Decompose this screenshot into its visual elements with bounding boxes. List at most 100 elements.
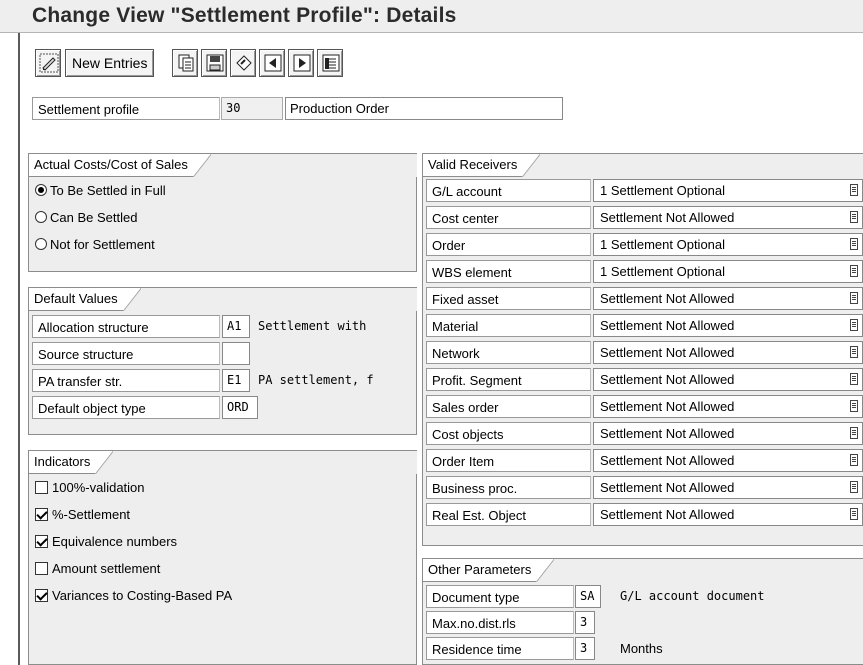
checkbox-indicator: [35, 589, 48, 602]
radio-indicator: [35, 238, 47, 250]
dropdown-icon[interactable]: [850, 292, 858, 304]
receiver-label: Order: [426, 233, 591, 256]
default-object-type-label: Default object type: [32, 396, 220, 419]
copy-icon: [178, 54, 194, 72]
max-dist-rules-label: Max.no.dist.rls: [426, 611, 574, 634]
dropdown-icon[interactable]: [850, 265, 858, 277]
checkbox-variances-costing-pa[interactable]: Variances to Costing-Based PA: [35, 584, 232, 607]
checkbox-indicator: [35, 508, 48, 521]
dropdown-icon[interactable]: [850, 319, 858, 331]
prev-entry-icon: [264, 54, 282, 72]
receiver-setting-dropdown[interactable]: Settlement Not Allowed: [593, 287, 863, 310]
copy-button[interactable]: [172, 49, 198, 77]
residence-time-unit: Months: [620, 641, 663, 656]
dropdown-icon[interactable]: [850, 346, 858, 358]
checkbox-indicator: [35, 562, 48, 575]
save-icon: [206, 54, 224, 72]
dropdown-icon[interactable]: [850, 184, 858, 196]
receiver-label: Cost objects: [426, 422, 591, 445]
receiver-label: Business proc.: [426, 476, 591, 499]
radio-settle-full[interactable]: To Be Settled in Full: [35, 179, 166, 202]
radio-indicator: [35, 184, 47, 196]
pa-transfer-label: PA transfer str.: [32, 369, 220, 392]
display-change-icon: [39, 53, 59, 73]
radio-label: To Be Settled in Full: [50, 183, 166, 198]
default-values-title: Default Values: [29, 288, 141, 311]
receiver-label: Network: [426, 341, 591, 364]
residence-time-input[interactable]: 3: [575, 637, 595, 660]
default-object-type-input[interactable]: ORD: [222, 396, 258, 419]
receiver-setting-dropdown[interactable]: Settlement Not Allowed: [593, 314, 863, 337]
receiver-setting-dropdown[interactable]: 1 Settlement Optional: [593, 233, 863, 256]
receiver-setting-dropdown[interactable]: Settlement Not Allowed: [593, 503, 863, 526]
receiver-label: Profit. Segment: [426, 368, 591, 391]
save-button[interactable]: [201, 49, 227, 77]
receiver-label: Sales order: [426, 395, 591, 418]
indicators-title: Indicators: [29, 451, 114, 474]
residence-time-label: Residence time: [426, 637, 574, 660]
undo-button[interactable]: [230, 49, 256, 77]
receiver-setting-value: Settlement Not Allowed: [600, 453, 735, 468]
select-block-icon: [322, 54, 340, 72]
receiver-setting-dropdown[interactable]: Settlement Not Allowed: [593, 449, 863, 472]
receiver-setting-value: Settlement Not Allowed: [600, 426, 735, 441]
default-values-group: Default Values Allocation structure A1 S…: [28, 287, 417, 435]
next-entry-button[interactable]: [288, 49, 314, 77]
page-title: Change View "Settlement Profile": Detail…: [32, 4, 457, 27]
checkbox-label: 100%-validation: [52, 480, 145, 495]
checkbox-indicator: [35, 481, 48, 494]
allocation-structure-input[interactable]: A1: [222, 315, 250, 338]
receiver-label: Material: [426, 314, 591, 337]
checkbox-label: Equivalence numbers: [52, 534, 178, 549]
valid-receivers-title: Valid Receivers: [423, 154, 541, 177]
pa-transfer-desc: PA settlement, f: [258, 373, 374, 387]
allocation-structure-desc: Settlement with: [258, 319, 367, 333]
receiver-label: G/L account: [426, 179, 591, 202]
radio-label: Can Be Settled: [50, 210, 138, 225]
receiver-setting-value: Settlement Not Allowed: [600, 291, 735, 306]
select-block-button[interactable]: [317, 49, 343, 77]
max-dist-rules-input[interactable]: 3: [575, 611, 595, 634]
pa-transfer-input[interactable]: E1: [222, 369, 250, 392]
dropdown-icon[interactable]: [850, 373, 858, 385]
checkbox-label: Variances to Costing-Based PA: [52, 588, 233, 603]
dropdown-icon[interactable]: [850, 427, 858, 439]
receiver-setting-value: Settlement Not Allowed: [600, 372, 735, 387]
document-type-desc: G/L account document: [620, 589, 765, 603]
dropdown-icon[interactable]: [850, 454, 858, 466]
allocation-structure-label: Allocation structure: [32, 315, 220, 338]
radio-can-settle[interactable]: Can Be Settled: [35, 206, 137, 229]
new-entries-button[interactable]: New Entries: [65, 49, 155, 77]
receiver-setting-dropdown[interactable]: Settlement Not Allowed: [593, 422, 863, 445]
receiver-setting-value: Settlement Not Allowed: [600, 507, 735, 522]
window-left-edge: [18, 33, 20, 665]
dropdown-icon[interactable]: [850, 238, 858, 250]
checkbox-pct-settlement[interactable]: %-Settlement: [35, 503, 130, 526]
receiver-setting-dropdown[interactable]: Settlement Not Allowed: [593, 476, 863, 499]
actual-costs-group: Actual Costs/Cost of Sales To Be Settled…: [28, 153, 417, 272]
receiver-label: Fixed asset: [426, 287, 591, 310]
receiver-setting-dropdown[interactable]: Settlement Not Allowed: [593, 341, 863, 364]
receiver-setting-dropdown[interactable]: 1 Settlement Optional: [593, 179, 863, 202]
checkbox-amount-settlement[interactable]: Amount settlement: [35, 557, 160, 580]
display-change-button[interactable]: [35, 49, 61, 77]
source-structure-input[interactable]: [222, 342, 250, 365]
receiver-setting-dropdown[interactable]: Settlement Not Allowed: [593, 368, 863, 391]
checkbox-equivalence-numbers[interactable]: Equivalence numbers: [35, 530, 177, 553]
receiver-setting-dropdown[interactable]: Settlement Not Allowed: [593, 206, 863, 229]
dropdown-icon[interactable]: [850, 400, 858, 412]
dropdown-icon[interactable]: [850, 508, 858, 520]
settlement-profile-name[interactable]: Production Order: [285, 97, 563, 120]
receiver-setting-dropdown[interactable]: 1 Settlement Optional: [593, 260, 863, 283]
checkbox-100-validation[interactable]: 100%-validation: [35, 476, 145, 499]
radio-not-settle[interactable]: Not for Settlement: [35, 233, 155, 256]
receiver-setting-value: 1 Settlement Optional: [600, 264, 726, 279]
receiver-label: Real Est. Object: [426, 503, 591, 526]
dropdown-icon[interactable]: [850, 211, 858, 223]
document-type-input[interactable]: SA: [575, 585, 601, 608]
receiver-setting-value: 1 Settlement Optional: [600, 183, 726, 198]
dropdown-icon[interactable]: [850, 481, 858, 493]
receiver-setting-dropdown[interactable]: Settlement Not Allowed: [593, 395, 863, 418]
radio-indicator: [35, 211, 47, 223]
previous-entry-button[interactable]: [259, 49, 285, 77]
